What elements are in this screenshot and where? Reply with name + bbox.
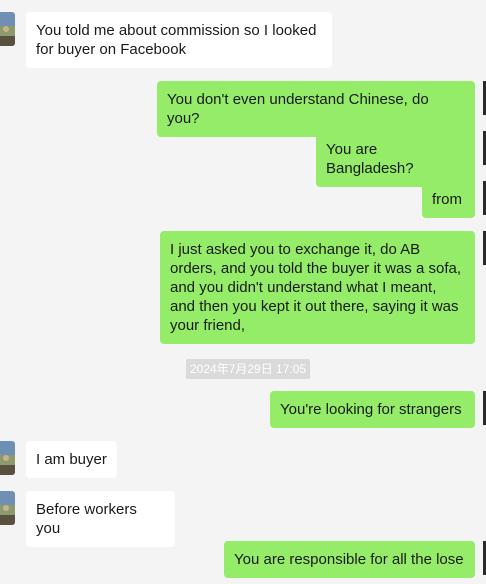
message-text: from [432,191,462,208]
message-text: I just asked you to exchange it, do AB o… [170,241,461,334]
message-text: Before workers you [36,501,137,537]
message-text: I am buyer [36,451,107,468]
message-text: You don't even understand Chinese, do yo… [167,91,429,127]
message-bubble-incoming[interactable]: Before workers you [26,491,175,547]
message-bubble-outgoing[interactable]: from [422,181,475,218]
message-bubble-incoming[interactable]: I am buyer [26,441,117,478]
chat-window[interactable]: You told me about commission so I looked… [0,0,486,584]
timestamp-divider: 2024年7月29日 17:05 [186,359,311,379]
contact-avatar[interactable] [0,12,15,46]
message-bubble-outgoing[interactable]: You are Bangladesh? [316,131,475,187]
contact-avatar[interactable] [0,441,15,475]
contact-avatar[interactable] [0,491,15,525]
message-text: You are responsible for all the lose [234,551,464,568]
message-text: You are Bangladesh? [326,141,414,177]
message-bubble-outgoing[interactable]: You're looking for strangers [270,391,475,428]
message-bubble-outgoing[interactable]: You don't even understand Chinese, do yo… [157,81,475,137]
message-bubble-incoming[interactable]: You told me about commission so I looked… [26,12,332,68]
message-text: You told me about commission so I looked… [36,22,317,58]
message-bubble-outgoing[interactable]: I just asked you to exchange it, do AB o… [160,231,475,344]
message-bubble-outgoing[interactable]: You are responsible for all the lose [224,541,475,578]
message-text: You're looking for strangers [280,401,462,418]
